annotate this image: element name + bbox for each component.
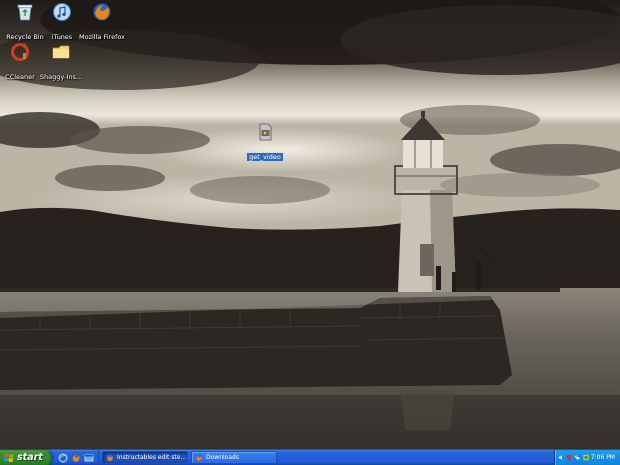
lighthouse-scene xyxy=(0,0,620,449)
desktop-icon-firefox[interactable]: Mozilla Firefox xyxy=(78,2,126,43)
network-icon[interactable] xyxy=(574,454,581,461)
firefox-icon xyxy=(106,454,114,461)
windows-logo-icon xyxy=(4,453,14,462)
system-tray: 7:06 PM xyxy=(554,450,620,465)
video-file-icon xyxy=(259,123,272,141)
desktop-icon-label: iTunes xyxy=(51,33,73,41)
start-button[interactable]: start xyxy=(0,449,52,465)
speaker-icon[interactable] xyxy=(558,454,564,461)
firefox-icon xyxy=(195,454,203,461)
desktop-wallpaper xyxy=(0,0,620,449)
taskbar-button-label: Downloads xyxy=(206,454,239,461)
start-label: start xyxy=(17,452,43,463)
ccleaner-icon xyxy=(11,43,29,61)
itunes-icon xyxy=(53,3,71,21)
ie-icon[interactable] xyxy=(58,452,68,463)
desktop-icon-shaggy-folder[interactable]: Shaggy-Ins... xyxy=(36,42,86,83)
taskbar-button-downloads[interactable]: Downloads xyxy=(191,451,277,464)
taskbar-clock[interactable]: 7:06 PM xyxy=(591,454,615,461)
desktop-icon-label: Shaggy-Ins... xyxy=(39,73,83,81)
folder-icon xyxy=(52,45,70,59)
taskbar-button-instructables[interactable]: Instructables edit ste... xyxy=(102,451,188,464)
itunes-helper-icon[interactable] xyxy=(582,454,589,461)
desktop-icon-label: Mozilla Firefox xyxy=(79,33,125,41)
firefox-icon[interactable] xyxy=(71,453,81,463)
taskbar: start Instructables edit ste... Download… xyxy=(0,449,620,465)
desktop-icon-label: get_video xyxy=(246,152,284,162)
recycle-bin-icon xyxy=(17,4,33,21)
quick-launch-toolbar xyxy=(52,449,99,465)
desktop-icon-label: CCleaner xyxy=(5,73,35,81)
show-desktop-icon[interactable] xyxy=(84,453,94,463)
firefox-icon xyxy=(93,3,111,21)
taskbar-button-label: Instructables edit ste... xyxy=(117,454,187,461)
desktop-icon-get-video[interactable]: get_video xyxy=(240,122,290,163)
security-icon[interactable] xyxy=(566,454,572,461)
